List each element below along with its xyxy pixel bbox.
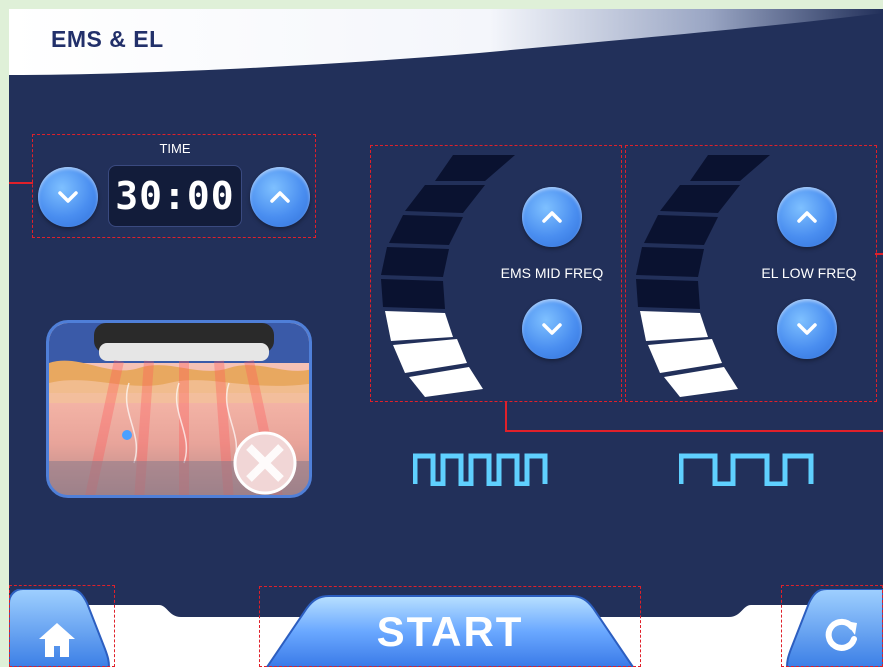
ems-channel-label: EMS MID FREQ (500, 265, 604, 281)
chevron-up-icon (270, 191, 290, 203)
annotation-line-right (875, 253, 883, 255)
treatment-illustration (46, 320, 312, 498)
el-decrease-button[interactable] (777, 299, 837, 359)
chevron-down-icon (797, 323, 817, 335)
time-decrease-button[interactable] (38, 167, 98, 227)
header-bar: EMS & EL (9, 9, 883, 79)
time-increase-button[interactable] (250, 167, 310, 227)
chevron-down-icon (542, 323, 562, 335)
mid-frequency-wave-icon (413, 453, 548, 486)
chevron-down-icon (58, 191, 78, 203)
ems-decrease-button[interactable] (522, 299, 582, 359)
skin-treatment-image (49, 323, 309, 495)
time-display: 30:00 (108, 165, 242, 227)
annotation-line-horizontal (505, 430, 883, 432)
timer-annotation-line (9, 182, 33, 184)
el-increase-button[interactable] (777, 187, 837, 247)
ems-increase-button[interactable] (522, 187, 582, 247)
page-title: EMS & EL (51, 26, 164, 52)
low-frequency-wave-icon (679, 453, 814, 486)
start-annotation-box (259, 586, 641, 667)
chevron-up-icon (542, 211, 562, 223)
chevron-up-icon (797, 211, 817, 223)
home-annotation-box (9, 585, 115, 667)
el-channel-label: EL LOW FREQ (761, 265, 857, 281)
reset-annotation-box (781, 585, 883, 667)
device-screen: EMS & EL TIME 30:00 EMS MID FREQ EL LOW … (9, 9, 883, 667)
timer-label: TIME (159, 141, 191, 156)
annotation-line-vertical (505, 402, 507, 430)
